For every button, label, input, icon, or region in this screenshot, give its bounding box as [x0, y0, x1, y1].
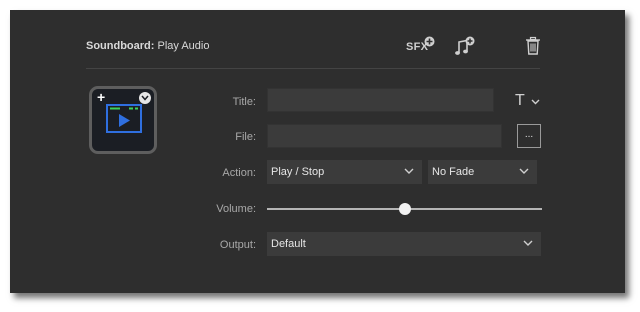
add-music-button[interactable] [453, 36, 477, 58]
file-label: File: [235, 131, 256, 143]
panel-title-action: Play Audio [154, 40, 210, 52]
browse-file-button[interactable]: ... [517, 124, 541, 148]
panel-title-prefix: Soundboard: [86, 40, 155, 52]
add-sfx-button[interactable]: SFX [406, 36, 438, 58]
title-label: Title: [232, 96, 256, 108]
fade-select-value: No Fade [432, 166, 475, 178]
volume-slider-thumb[interactable] [398, 203, 411, 215]
action-thumbnail[interactable]: + [89, 86, 157, 154]
chevron-down-icon [519, 168, 529, 174]
add-music-icon [455, 36, 475, 55]
font-style-button[interactable]: T [515, 92, 543, 110]
output-select-value: Default [271, 238, 306, 250]
chevron-down-icon [141, 95, 149, 101]
output-label: Output: [219, 239, 256, 251]
soundboard-panel: Soundboard: Play Audio SFX + Title: T Fi… [10, 10, 625, 293]
volume-slider[interactable] [267, 203, 542, 215]
chevron-down-icon [404, 168, 414, 174]
file-path-input[interactable] [267, 124, 502, 148]
fade-select[interactable]: No Fade [428, 160, 537, 184]
action-label: Action: [222, 167, 256, 179]
trash-icon [526, 36, 540, 55]
panel-title: Soundboard: Play Audio [86, 40, 209, 52]
action-select[interactable]: Play / Stop [267, 160, 422, 184]
chevron-down-icon [531, 99, 540, 105]
chevron-down-icon [523, 240, 533, 246]
font-style-icon: T [515, 92, 525, 109]
action-select-value: Play / Stop [271, 166, 325, 178]
output-select[interactable]: Default [267, 232, 541, 256]
add-icon: + [97, 89, 106, 105]
add-sound-effect-icon [424, 36, 435, 47]
volume-label: Volume: [216, 203, 256, 215]
delete-button[interactable] [525, 36, 543, 58]
title-input[interactable] [267, 88, 494, 112]
play-screen-icon [106, 104, 142, 133]
header-divider [86, 68, 540, 69]
